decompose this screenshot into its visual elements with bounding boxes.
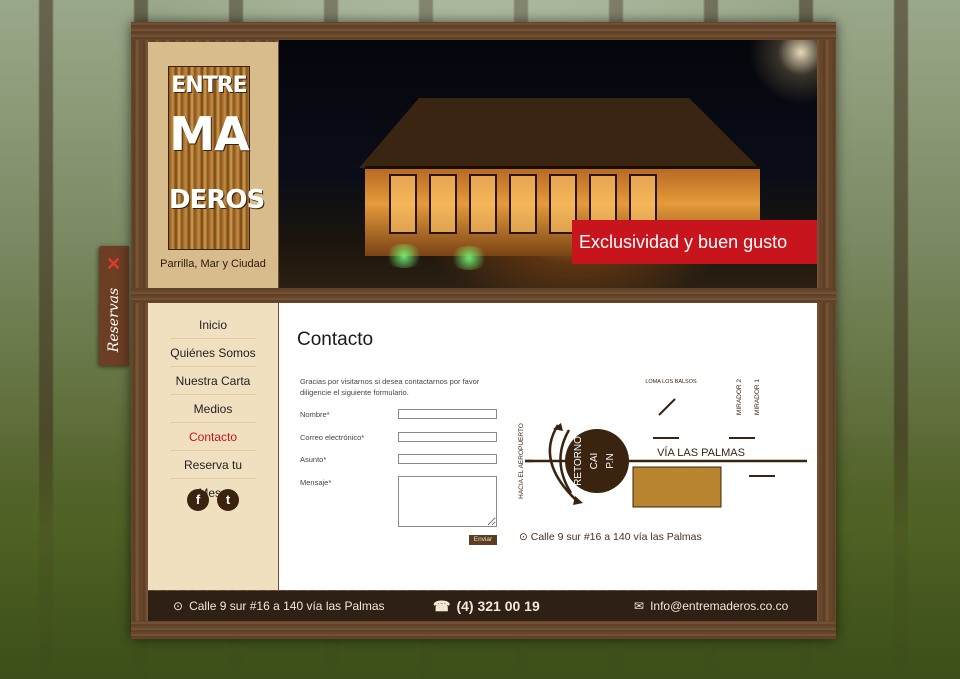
restaurant-window <box>429 174 457 234</box>
nav-item-medios[interactable]: Medios <box>170 395 256 423</box>
wood-beam-top <box>131 22 836 40</box>
nombre-field[interactable] <box>398 409 497 419</box>
footer-address-text: Calle 9 sur #16 a 140 vía las Palmas <box>189 599 385 613</box>
restaurant-window <box>389 174 417 234</box>
map-address: ⊙ Calle 9 sur #16 a 140 vía las Palmas <box>519 531 702 543</box>
map-aeropuerto: HACIA EL AEROPUERTO <box>518 423 525 499</box>
facebook-icon[interactable]: f <box>187 489 209 511</box>
footer-phone-text: (4) 321 00 19 <box>456 598 540 614</box>
location-pin-icon: ⊙ <box>173 599 184 613</box>
nav-item-nuestra-carta[interactable]: Nuestra Carta <box>170 367 256 395</box>
asunto-label: Asunto* <box>300 455 327 464</box>
reservas-tab[interactable]: ✕ Reservas <box>99 246 129 366</box>
footer-bar: ⊙ Calle 9 sur #16 a 140 vía las Palmas ☎… <box>148 591 817 621</box>
nav-item-reserva-tu-mesa[interactable]: Reserva tu Mesa <box>170 451 256 500</box>
page-title: Contacto <box>297 329 374 350</box>
sidebar-nav: Inicio Quiénes Somos Nuestra Carta Medio… <box>148 303 278 590</box>
location-map: RETORNO CAI P.N HACIA EL AEROPUERTO LOMA… <box>518 379 807 508</box>
restaurant-roof <box>359 98 759 168</box>
send-button[interactable]: Enviar <box>469 535 497 545</box>
map-loma: LOMA LOS BALSOS <box>645 379 697 385</box>
map-cai: CAI <box>589 453 600 470</box>
footer-phone[interactable]: ☎ (4) 321 00 19 <box>433 591 540 621</box>
email-field[interactable] <box>398 432 497 442</box>
location-pin-icon: ⊙ <box>519 531 528 543</box>
map-address-text: Calle 9 sur #16 a 140 vía las Palmas <box>530 531 702 543</box>
contact-content: Contacto Gracias por visitarnos si desea… <box>279 303 817 590</box>
nombre-label: Nombre* <box>300 410 330 419</box>
logo-line-3: DEROS <box>169 185 265 215</box>
map-mirador2: MIRADOR 2 <box>736 379 743 416</box>
correo-label: Correo electrónico* <box>300 433 365 442</box>
nav-item-inicio[interactable]: Inicio <box>170 311 256 339</box>
contact-intro: Gracias por visitarnos si desea contacta… <box>300 377 480 397</box>
mensaje-field[interactable] <box>398 476 497 527</box>
logo-line-1: ENTRE <box>171 73 247 98</box>
map-retorno: RETORNO <box>573 436 584 486</box>
wood-beam-bottom <box>131 621 836 639</box>
hero-slogan: Exclusividad y buen gusto <box>572 220 817 264</box>
reservas-label: Reservas <box>106 287 122 353</box>
phone-icon: ☎ <box>433 598 451 614</box>
mensaje-label: Mensaje* <box>300 478 332 487</box>
logo-line-2: MA <box>169 107 249 161</box>
envelope-icon: ✉ <box>634 599 645 613</box>
brand-tagline: Parrilla, Mar y Ciudad <box>160 258 266 270</box>
garden-light <box>384 244 424 268</box>
map-logo <box>632 466 722 508</box>
restaurant-window <box>469 174 497 234</box>
twitter-icon[interactable]: t <box>217 489 239 511</box>
map-pn: P.N <box>605 453 616 468</box>
asunto-field[interactable] <box>398 454 497 464</box>
restaurant-window <box>509 174 537 234</box>
nav-item-contacto[interactable]: Contacto <box>170 423 256 451</box>
footer-email-text: Info@entremaderos.co.co <box>650 599 789 613</box>
logo[interactable]: ENTRE MA DEROS <box>168 66 265 250</box>
footer-address: ⊙ Calle 9 sur #16 a 140 vía las Palmas <box>173 591 385 621</box>
map-mirador1: MIRADOR 1 <box>754 379 761 416</box>
garden-light <box>449 246 489 270</box>
footer-email[interactable]: ✉ Info@entremaderos.co.co <box>634 591 788 621</box>
close-icon[interactable]: ✕ <box>106 254 121 275</box>
map-via-las-palmas: VÍA LAS PALMAS <box>657 446 745 459</box>
nav-item-quienes-somos[interactable]: Quiénes Somos <box>170 339 256 367</box>
loma-arrow <box>658 398 676 416</box>
wood-beam-middle <box>131 288 836 303</box>
